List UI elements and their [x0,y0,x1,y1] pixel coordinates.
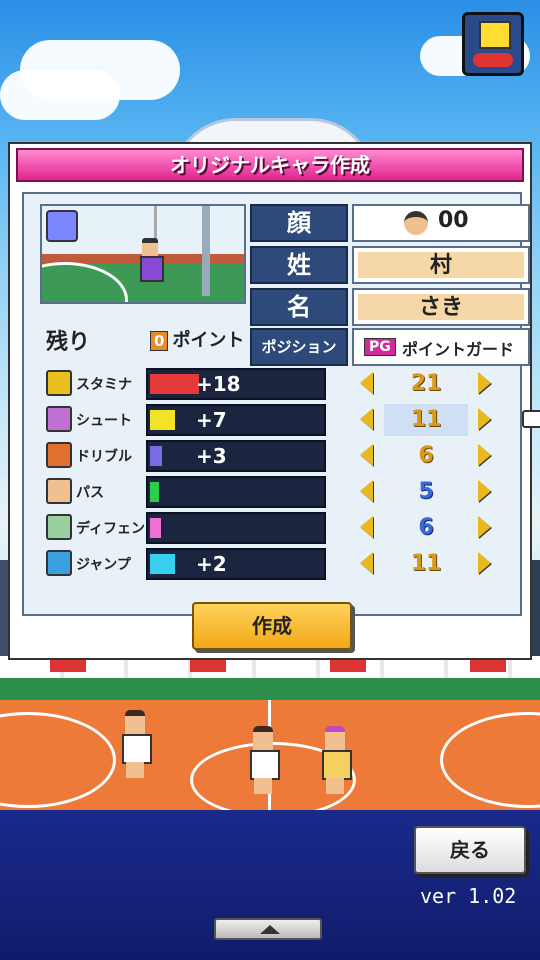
chevron-up-icon [260,925,280,934]
stat-icon [46,406,72,432]
stat-icon [46,442,72,468]
decrease-arrow-icon[interactable] [360,372,373,394]
dialog-title: オリジナルキャラ作成 [16,148,524,182]
stat-bar-fill [150,482,159,502]
stat-bar-fill [150,518,161,538]
stat-value: 11 [384,404,468,436]
remaining-label: 残り [46,330,91,355]
stat-name: スタミナ [76,377,132,393]
points-label: ポイント [172,330,245,351]
character-preview [40,204,246,304]
stat-bar-fill [150,374,199,394]
stat-value: 21 [410,371,442,396]
stat-row: ディフェンス 6 [46,512,526,544]
stat-bar: +2 [146,548,326,580]
decrease-arrow-icon[interactable] [360,552,373,574]
decrease-arrow-icon[interactable] [360,408,373,430]
stat-row: パス 5 [46,476,526,508]
stat-row: シュート +7 11 [46,404,540,436]
stat-bonus: +3 [196,444,227,468]
stat-icon [46,370,72,396]
decrease-arrow-icon[interactable] [360,516,373,538]
stat-bar [146,512,326,544]
increase-arrow-icon[interactable] [478,372,491,394]
face-label: 顔 [250,204,348,242]
remaining-points: 0 ポイント [150,326,244,352]
stat-value: 11 [410,551,442,576]
points-value: 0 [150,331,169,351]
decrease-arrow-icon[interactable] [360,480,373,502]
stat-name: ジャンプ [76,557,131,573]
surname-label: 姓 [250,246,348,284]
position-value: ポイントガード [402,340,515,359]
character-sprite [138,238,164,296]
surname-field[interactable]: 村 [352,246,530,284]
stat-bonus: +18 [196,372,241,396]
cloud [0,70,120,120]
face-field[interactable]: 00 [352,204,530,242]
version-label: ver 1.02 [420,884,517,908]
stat-name: ドリブル [76,449,132,465]
stat-bar: +7 [146,404,326,436]
dialog-content: 残り 0 ポイント 顔 00 姓 村 名 さき ポジション PG ポイントガード … [22,192,540,616]
stat-row: スタミナ +18 21 [46,368,526,400]
stat-value: 6 [418,443,434,468]
increase-arrow-icon[interactable] [478,408,491,430]
position-field[interactable]: PG ポイントガード [352,328,530,366]
create-button[interactable]: 作成 [192,602,352,650]
stat-row: ドリブル +3 6 [46,440,526,472]
pointer-hand-icon [522,410,540,428]
face-value: 00 [438,208,469,233]
increase-arrow-icon[interactable] [478,516,491,538]
given-name-label: 名 [250,288,348,326]
player-sprite [118,710,152,780]
stat-value: 6 [418,515,434,540]
player-sprite [318,726,352,796]
given-name-field[interactable]: さき [352,288,530,326]
surname-value: 村 [358,252,524,278]
stat-bar: +18 [146,368,326,400]
increase-arrow-icon[interactable] [478,480,491,502]
stat-bonus: +2 [196,552,227,576]
stat-bar-fill [150,410,175,430]
increase-arrow-icon[interactable] [478,444,491,466]
position-badge: PG [364,338,396,356]
stat-bar: +3 [146,440,326,472]
stat-value: 5 [418,479,434,504]
back-button[interactable]: 戻る [414,826,526,874]
stat-bar [146,476,326,508]
menu-icon[interactable] [462,12,524,76]
increase-arrow-icon[interactable] [478,552,491,574]
stat-bonus: +7 [196,408,227,432]
stat-bar-fill [150,554,175,574]
decrease-arrow-icon[interactable] [360,444,373,466]
stat-icon [46,478,72,504]
given-name-value: さき [358,294,524,320]
stat-row: ジャンプ +2 11 [46,548,526,580]
stat-name: シュート [76,413,132,429]
expand-panel-button[interactable] [214,918,322,940]
position-label: ポジション [250,328,348,366]
court-edge [0,678,540,700]
avatar-icon [46,210,78,242]
create-character-dialog: オリジナルキャラ作成 残り 0 ポイント 顔 00 姓 村 名 さき ポジション… [8,142,540,660]
player-sprite [246,726,280,796]
face-icon [404,211,428,235]
stat-icon [46,550,72,576]
stat-bar-fill [150,446,162,466]
stat-icon [46,514,72,540]
stat-name: パス [76,485,104,501]
